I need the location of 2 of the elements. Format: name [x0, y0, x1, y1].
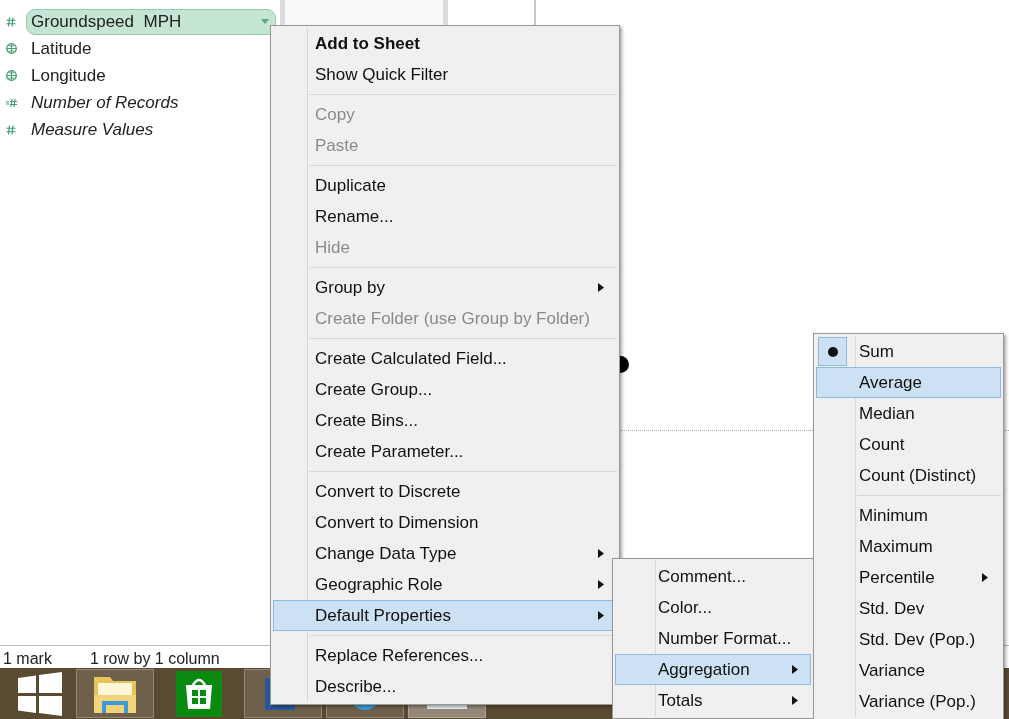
mark-count: 1 mark — [3, 650, 52, 668]
table-size: 1 row by 1 column — [89, 650, 220, 668]
